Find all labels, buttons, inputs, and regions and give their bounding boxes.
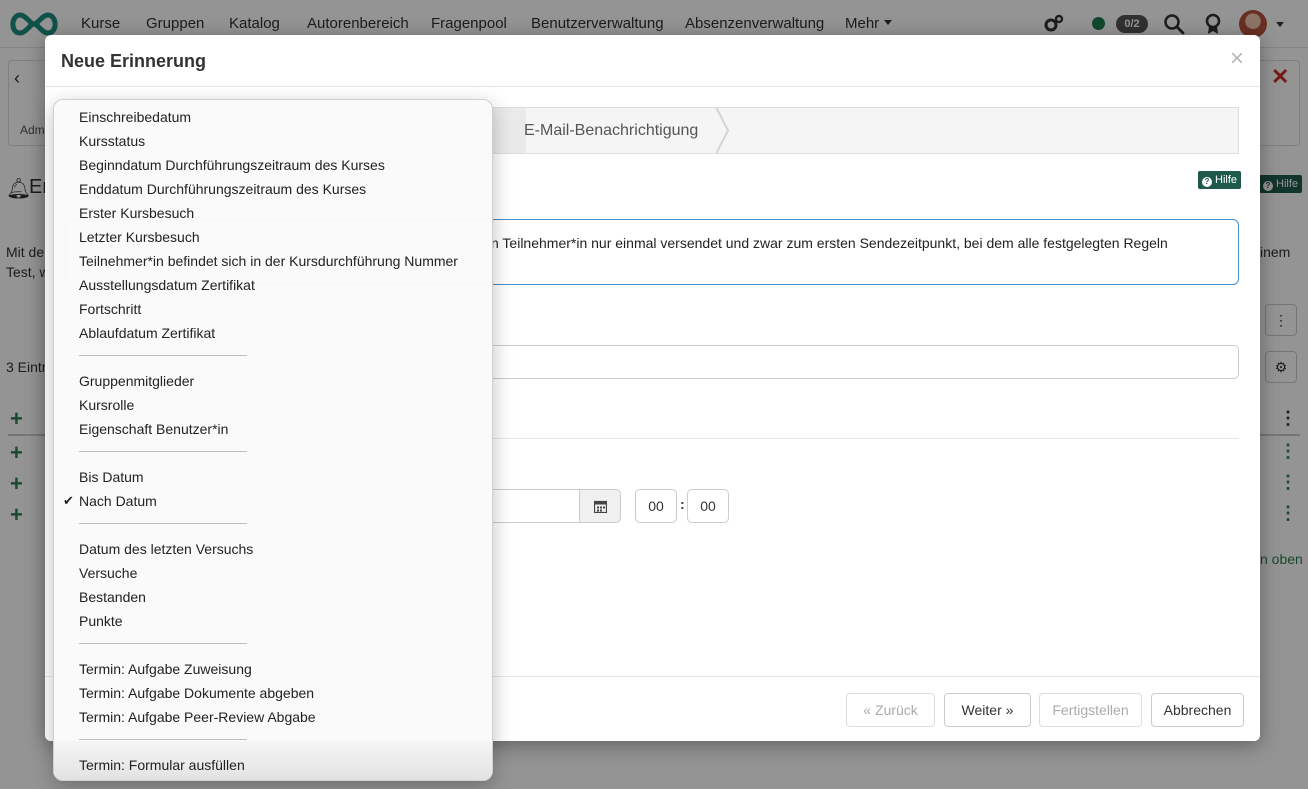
minute-input[interactable]: 00: [687, 489, 729, 523]
question-icon: ?: [1202, 177, 1212, 187]
dropdown-item-nach-datum[interactable]: Nach Datum: [79, 493, 157, 509]
section-divider: [485, 438, 1239, 439]
finish-button[interactable]: Fertigstellen: [1039, 693, 1142, 727]
hour-input[interactable]: 00: [635, 489, 677, 523]
dropdown-item-einschreibedatum[interactable]: Einschreibedatum: [79, 109, 191, 125]
dialog-header: Neue Erinnerung ×: [45, 35, 1260, 87]
dialog-title: Neue Erinnerung: [61, 51, 207, 71]
dropdown-item-erster-kursbesuch[interactable]: Erster Kursbesuch: [79, 205, 194, 221]
wizard-step-email[interactable]: E-Mail-Benachrichtigung: [524, 122, 698, 140]
dropdown-separator: [79, 523, 247, 524]
calendar-icon: [594, 500, 607, 513]
dropdown-item-aufgabe-zuweisung[interactable]: Termin: Aufgabe Zuweisung: [79, 661, 252, 677]
dropdown-separator: [79, 739, 247, 740]
dropdown-item-kursrolle[interactable]: Kursrolle: [79, 397, 134, 413]
dropdown-item-fortschritt[interactable]: Fortschritt: [79, 301, 141, 317]
help-badge-label: Hilfe: [1215, 174, 1238, 186]
close-icon[interactable]: ×: [1230, 47, 1244, 71]
calendar-button[interactable]: [579, 489, 621, 523]
dropdown-item-dokumente-abgeben[interactable]: Termin: Aufgabe Dokumente abgeben: [79, 685, 314, 701]
time-separator: :: [680, 496, 685, 512]
dropdown-item-beginndatum[interactable]: Beginndatum Durchführungszeitraum des Ku…: [79, 157, 385, 173]
info-text: n Teilnehmer*in nur einmal versendet und…: [491, 235, 1168, 251]
dropdown-item-ablaufdatum[interactable]: Ablaufdatum Zertifikat: [79, 325, 215, 341]
dropdown-item-gruppenmitglieder[interactable]: Gruppenmitglieder: [79, 373, 194, 389]
rule-type-dropdown[interactable]: Einschreibedatum Kursstatus Beginndatum …: [53, 99, 493, 781]
dropdown-item-bestanden[interactable]: Bestanden: [79, 589, 146, 605]
back-button[interactable]: « Zurück: [846, 693, 935, 727]
double-chevron-right-icon: »: [1005, 702, 1014, 718]
dropdown-item-formular-ausfuellen[interactable]: Termin: Formular ausfüllen: [79, 757, 245, 773]
dropdown-item-ausstellungsdatum[interactable]: Ausstellungsdatum Zertifikat: [79, 277, 255, 293]
dropdown-item-kursstatus[interactable]: Kursstatus: [79, 133, 145, 149]
checkmark-icon: ✔: [63, 493, 74, 508]
wizard-step-arrow-icon: [716, 108, 730, 153]
dropdown-item-versuche[interactable]: Versuche: [79, 565, 137, 581]
double-chevron-left-icon: «: [863, 702, 872, 718]
reminder-name-input[interactable]: [485, 345, 1239, 379]
dropdown-separator: [79, 355, 247, 356]
dropdown-item-bis-datum[interactable]: Bis Datum: [79, 469, 144, 485]
dropdown-separator: [79, 643, 247, 644]
next-button-label: Weiter: [961, 702, 1002, 718]
dropdown-item-enddatum[interactable]: Enddatum Durchführungszeitraum des Kurse…: [79, 181, 366, 197]
help-badge[interactable]: ? Hilfe: [1198, 171, 1242, 189]
dropdown-item-eigenschaft[interactable]: Eigenschaft Benutzer*in: [79, 421, 228, 437]
dropdown-separator: [79, 451, 247, 452]
dropdown-item-letzter-versuch[interactable]: Datum des letzten Versuchs: [79, 541, 253, 557]
date-input[interactable]: [485, 489, 581, 523]
next-button[interactable]: Weiter »: [944, 693, 1031, 727]
cancel-button[interactable]: Abbrechen: [1151, 693, 1244, 727]
dropdown-item-kursdurchfuehrung[interactable]: Teilnehmer*in befindet sich in der Kursd…: [79, 253, 458, 269]
dropdown-item-peer-review[interactable]: Termin: Aufgabe Peer-Review Abgabe: [79, 709, 316, 725]
dropdown-item-letzter-kursbesuch[interactable]: Letzter Kursbesuch: [79, 229, 200, 245]
back-button-label: Zurück: [874, 702, 918, 718]
dropdown-item-punkte[interactable]: Punkte: [79, 613, 123, 629]
